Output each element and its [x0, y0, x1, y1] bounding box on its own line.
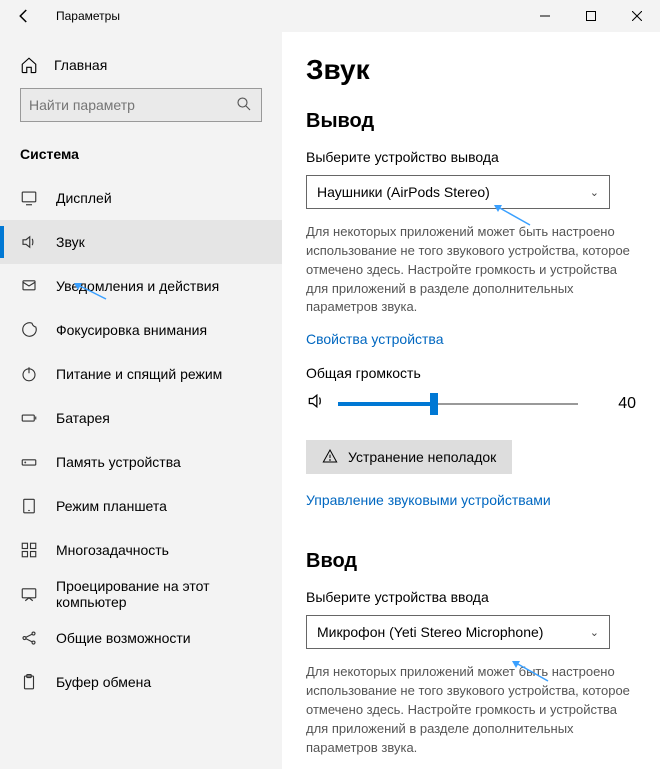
sidebar: Главная Система Дисплей Звук: [0, 32, 282, 769]
input-heading: Ввод: [306, 550, 636, 573]
troubleshoot-button[interactable]: Устранение неполадок: [306, 440, 512, 474]
notifications-icon: [20, 277, 38, 295]
power-icon: [20, 365, 38, 383]
sidebar-item-label: Дисплей: [56, 190, 112, 206]
sidebar-item-label: Питание и спящий режим: [56, 366, 222, 382]
storage-icon: [20, 453, 38, 471]
sidebar-item-focus[interactable]: Фокусировка внимания: [0, 308, 282, 352]
output-device-select[interactable]: Наушники (AirPods Stereo) ⌄: [306, 175, 610, 209]
sidebar-item-label: Режим планшета: [56, 498, 167, 514]
input-device-select[interactable]: Микрофон (Yeti Stereo Microphone) ⌄: [306, 615, 610, 649]
input-select-label: Выберите устройства ввода: [306, 589, 636, 605]
sidebar-item-sound[interactable]: Звук: [0, 220, 282, 264]
display-icon: [20, 189, 38, 207]
search-input[interactable]: [29, 97, 235, 113]
clipboard-icon: [20, 673, 38, 691]
sound-icon: [20, 233, 38, 251]
battery-icon: [20, 409, 38, 427]
sidebar-item-clipboard[interactable]: Буфер обмена: [0, 660, 282, 704]
sidebar-item-label: Звук: [56, 234, 85, 250]
volume-slider[interactable]: [338, 392, 578, 416]
page-title: Звук: [306, 54, 636, 86]
minimize-button[interactable]: [522, 0, 568, 32]
sidebar-item-tablet[interactable]: Режим планшета: [0, 484, 282, 528]
sidebar-item-shared[interactable]: Общие возможности: [0, 616, 282, 660]
manage-devices-link[interactable]: Управление звуковыми устройствами: [306, 492, 551, 508]
shared-icon: [20, 629, 38, 647]
chevron-down-icon: ⌄: [590, 186, 599, 199]
minimize-icon: [540, 11, 550, 21]
focus-icon: [20, 321, 38, 339]
back-button[interactable]: [8, 0, 40, 32]
sidebar-item-label: Фокусировка внимания: [56, 322, 207, 338]
sidebar-item-label: Батарея: [56, 410, 110, 426]
sidebar-item-battery[interactable]: Батарея: [0, 396, 282, 440]
volume-value: 40: [618, 395, 636, 413]
home-button[interactable]: Главная: [0, 48, 282, 88]
input-device-value: Микрофон (Yeti Stereo Microphone): [317, 624, 543, 640]
output-description: Для некоторых приложений может быть наст…: [306, 223, 636, 317]
home-label: Главная: [54, 57, 107, 73]
warning-icon: [322, 448, 338, 467]
window-title: Параметры: [56, 9, 120, 23]
sidebar-item-projecting[interactable]: Проецирование на этот компьютер: [0, 572, 282, 616]
chevron-down-icon: ⌄: [590, 626, 599, 639]
device-properties-link[interactable]: Свойства устройства: [306, 331, 444, 347]
close-icon: [632, 11, 642, 21]
sidebar-item-label: Общие возможности: [56, 630, 191, 646]
sidebar-item-multitasking[interactable]: Многозадачность: [0, 528, 282, 572]
close-button[interactable]: [614, 0, 660, 32]
troubleshoot-label: Устранение неполадок: [348, 449, 496, 465]
content: Звук Вывод Выберите устройство вывода На…: [282, 32, 660, 769]
sidebar-item-label: Проецирование на этот компьютер: [56, 578, 262, 610]
home-icon: [20, 56, 38, 74]
maximize-button[interactable]: [568, 0, 614, 32]
sidebar-item-display[interactable]: Дисплей: [0, 176, 282, 220]
sidebar-item-label: Память устройства: [56, 454, 181, 470]
sidebar-item-label: Буфер обмена: [56, 674, 151, 690]
output-heading: Вывод: [306, 110, 636, 133]
slider-thumb[interactable]: [430, 393, 438, 415]
titlebar: Параметры: [0, 0, 660, 32]
output-select-label: Выберите устройство вывода: [306, 149, 636, 165]
multitasking-icon: [20, 541, 38, 559]
sidebar-group-label: Система: [0, 142, 282, 176]
search-box[interactable]: [20, 88, 262, 122]
tablet-icon: [20, 497, 38, 515]
sidebar-item-label: Уведомления и действия: [56, 278, 219, 294]
speaker-icon[interactable]: [306, 391, 330, 416]
sidebar-nav: Дисплей Звук Уведомления и действия Фоку…: [0, 176, 282, 769]
projecting-icon: [20, 585, 38, 603]
volume-label: Общая громкость: [306, 365, 636, 381]
sidebar-item-power[interactable]: Питание и спящий режим: [0, 352, 282, 396]
sidebar-item-storage[interactable]: Память устройства: [0, 440, 282, 484]
sidebar-item-notifications[interactable]: Уведомления и действия: [0, 264, 282, 308]
input-description: Для некоторых приложений может быть наст…: [306, 663, 636, 757]
back-arrow-icon: [15, 7, 33, 25]
output-device-value: Наушники (AirPods Stereo): [317, 184, 490, 200]
sidebar-item-label: Многозадачность: [56, 542, 169, 558]
search-icon: [235, 95, 253, 116]
maximize-icon: [586, 11, 596, 21]
